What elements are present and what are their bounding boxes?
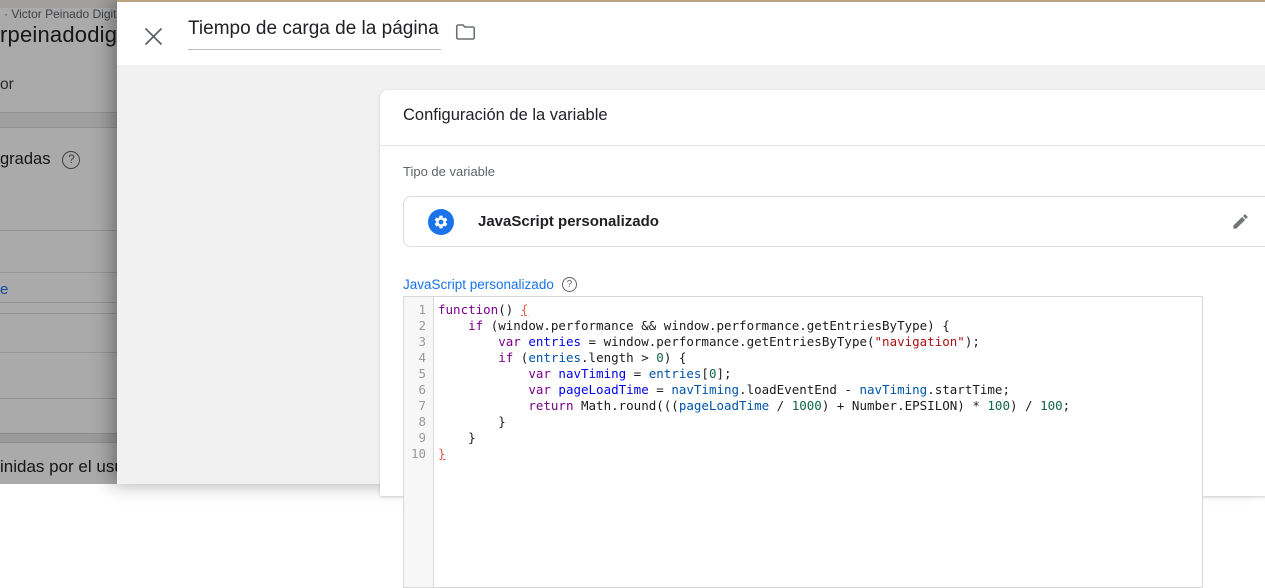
code-line: if (window.performance && window.perform… [468, 318, 950, 333]
variable-type-value: JavaScript personalizado [478, 213, 659, 230]
code-line: if (entries.length > 0) { [498, 350, 687, 365]
code-line: } [438, 414, 506, 429]
modal-scrim [0, 0, 117, 484]
line-number: 4 [418, 350, 426, 365]
help-icon[interactable]: ? [561, 277, 577, 292]
card-title: Configuración de la variable [403, 106, 608, 124]
line-number: 9 [418, 430, 426, 445]
close-button[interactable] [143, 26, 163, 46]
variable-type-selector[interactable]: JavaScript personalizado [403, 196, 1265, 247]
line-number: 10 [410, 446, 426, 461]
close-icon [144, 27, 162, 45]
custom-javascript-badge [428, 209, 454, 235]
divider [380, 145, 1265, 146]
folder-button[interactable] [455, 23, 476, 41]
line-number: 5 [418, 366, 426, 381]
title-row: Tiempo de carga de la página [188, 17, 476, 50]
line-number: 7 [418, 398, 426, 413]
edit-type-button[interactable] [1231, 212, 1250, 231]
panel-header: Tiempo de carga de la página [117, 2, 1265, 65]
variable-editor-panel: Tiempo de carga de la página Configuraci… [117, 0, 1265, 588]
pencil-icon [1233, 214, 1248, 229]
panel-content: Configuración de la variable Tipo de var… [117, 65, 1265, 588]
code-line: } [438, 430, 476, 445]
line-number: 8 [418, 414, 426, 429]
code-section-label: JavaScript personalizado [403, 277, 554, 292]
variable-type-label: Tipo de variable [403, 164, 496, 179]
code-line: } [438, 446, 446, 461]
folder-icon [455, 24, 475, 40]
code-line: var navTiming = entries[0]; [528, 366, 732, 381]
line-number: 2 [418, 318, 426, 333]
code-gutter: 1 2 3 4 5 6 7 8 9 10 [404, 297, 434, 587]
line-number: 1 [418, 302, 426, 317]
line-number: 3 [418, 334, 426, 349]
gear-icon [434, 215, 448, 229]
code-section-header: JavaScript personalizado ? [403, 277, 577, 292]
code-line: var entries = window.performance.getEntr… [498, 334, 980, 349]
code-line: return Math.round(((pageLoadTime / 1000)… [528, 398, 1071, 413]
code-lines: function() { if (window.performance && w… [434, 297, 1202, 587]
line-number: 6 [418, 382, 426, 397]
variable-name-field[interactable]: Tiempo de carga de la página [188, 17, 441, 50]
code-line: var pageLoadTime = navTiming.loadEventEn… [528, 382, 1010, 397]
code-line: function() { [438, 302, 529, 317]
code-editor[interactable]: 1 2 3 4 5 6 7 8 9 10 function() { if (window.perf… [403, 296, 1203, 588]
variable-config-card: Configuración de la variable Tipo de var… [380, 90, 1265, 588]
